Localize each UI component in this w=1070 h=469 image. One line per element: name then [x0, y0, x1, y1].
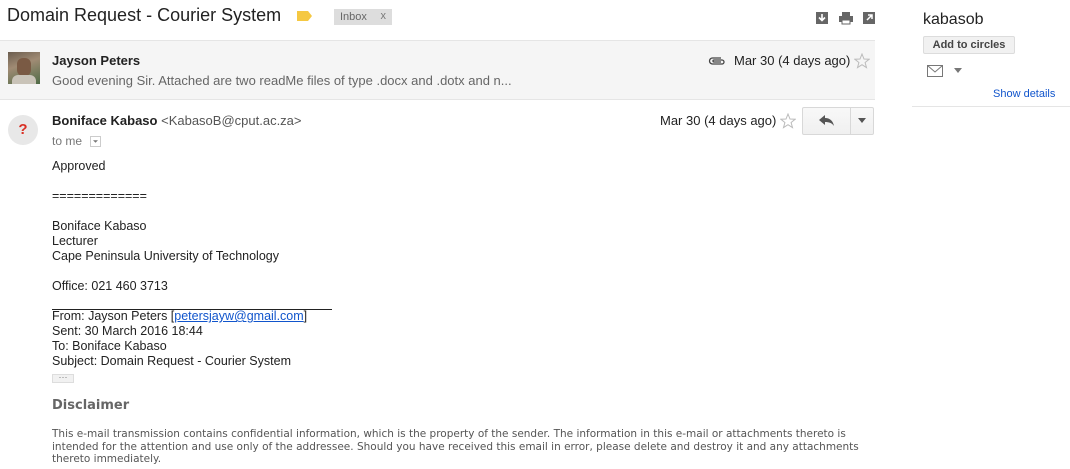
signature-office: Office: 021 460 3713 [52, 279, 168, 293]
show-details-caret-icon[interactable] [90, 136, 101, 147]
remove-label-button[interactable]: x [381, 10, 387, 22]
sender-avatar [8, 52, 40, 84]
mail-icon[interactable] [927, 65, 943, 77]
message-sender-email: <KabasoB@cput.ac.za> [161, 113, 302, 128]
disclaimer-title: Disclaimer [52, 398, 130, 413]
attachment-icon [708, 57, 725, 65]
collapsed-snippet: Good evening Sir. Attached are two readM… [52, 73, 512, 88]
show-details-link[interactable]: Show details [993, 88, 1055, 100]
quoted-subject: Subject: Domain Request - Courier System [52, 354, 291, 368]
collapsed-date: Mar 30 (4 days ago) [734, 53, 851, 68]
star-icon[interactable] [780, 113, 796, 129]
inbox-label-text: Inbox [340, 11, 367, 23]
thread-header: Domain Request - Courier System Inbox x [0, 0, 875, 40]
important-label-icon[interactable] [297, 11, 312, 21]
more-actions-button[interactable] [851, 108, 873, 134]
inbox-label-chip[interactable]: Inbox x [334, 9, 392, 25]
disclaimer-text: This e-mail transmission contains confid… [52, 428, 859, 465]
print-icon[interactable] [839, 11, 853, 25]
message-sender-name[interactable]: Boniface Kabaso [52, 113, 157, 128]
quoted-from: From: Jayson Peters [petersjayw@gmail.co… [52, 309, 308, 323]
collapsed-sender-name: Jayson Peters [52, 53, 141, 68]
add-to-circles-button[interactable]: Add to circles [923, 36, 1015, 54]
star-icon[interactable] [854, 53, 870, 69]
signature-organization: Cape Peninsula University of Technology [52, 249, 279, 263]
quoted-to: To: Boniface Kabaso [52, 339, 167, 353]
thread-subject: Domain Request - Courier System [7, 5, 282, 25]
show-trimmed-content-button[interactable]: ··· [52, 373, 74, 383]
message-date: Mar 30 (4 days ago) [660, 113, 777, 128]
contact-name: kabasob [923, 11, 984, 28]
reply-icon [819, 115, 834, 126]
body-approved: Approved [52, 159, 106, 173]
chevron-down-icon [858, 118, 866, 123]
collapsed-message[interactable]: Jayson Peters Good evening Sir. Attached… [0, 41, 875, 100]
reply-button[interactable] [803, 108, 851, 134]
message-sender-line: Boniface Kabaso <KabasoB@cput.ac.za> [52, 113, 302, 128]
body-separator: ============= [52, 189, 147, 203]
right-panel-divider [912, 106, 1070, 107]
chevron-down-icon[interactable] [954, 68, 962, 74]
unknown-sender-avatar: ? [8, 115, 38, 145]
quoted-from-email-link[interactable]: petersjayw@gmail.com [174, 309, 303, 323]
recipient-text: to me [52, 134, 83, 148]
signature-name: Boniface Kabaso [52, 219, 147, 233]
reply-button-group [802, 107, 874, 135]
download-icon[interactable] [815, 11, 829, 25]
signature-title: Lecturer [52, 234, 98, 248]
new-window-icon[interactable] [862, 11, 876, 25]
quoted-sent: Sent: 30 March 2016 18:44 [52, 324, 203, 338]
